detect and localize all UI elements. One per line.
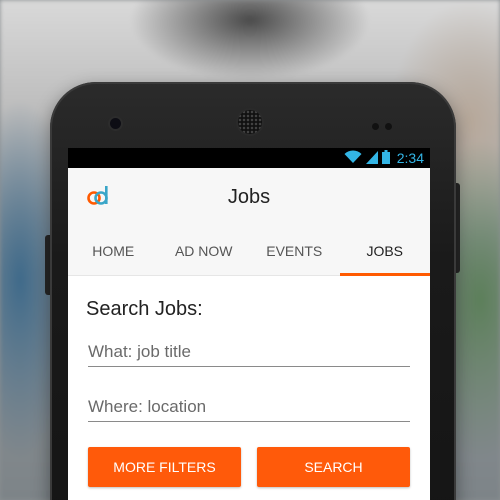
form-buttons: MORE FILTERS SEARCH xyxy=(88,447,410,487)
search-heading: Search Jobs: xyxy=(86,298,203,320)
location-input[interactable] xyxy=(88,392,410,421)
more-filters-button[interactable]: MORE FILTERS xyxy=(88,447,241,487)
page-title: Jobs xyxy=(227,185,271,208)
app-logo-icon[interactable] xyxy=(86,184,110,208)
front-camera xyxy=(110,118,121,129)
job-title-field xyxy=(88,337,410,367)
phone-screen: 2:34 Jobs HOME AD NOW EVENTS JOBS Search… xyxy=(68,148,430,500)
location-field xyxy=(88,392,410,422)
tab-home[interactable]: HOME xyxy=(68,226,159,275)
signal-icon xyxy=(365,150,378,167)
wifi-icon xyxy=(344,149,362,167)
battery-icon xyxy=(381,149,390,167)
tab-events[interactable]: EVENTS xyxy=(249,226,340,275)
tab-ad-now[interactable]: AD NOW xyxy=(159,226,250,275)
job-title-input[interactable] xyxy=(88,337,410,366)
proximity-sensors xyxy=(372,117,406,130)
status-bar: 2:34 xyxy=(68,148,430,168)
status-time: 2:34 xyxy=(396,150,424,166)
earpiece-speaker xyxy=(238,110,262,134)
search-form: Search Jobs: MORE FILTERS SEARCH xyxy=(68,276,430,487)
tab-jobs[interactable]: JOBS xyxy=(339,226,431,276)
tab-bar: HOME AD NOW EVENTS JOBS xyxy=(68,226,430,276)
app-bar: Jobs xyxy=(68,168,430,226)
search-button[interactable]: SEARCH xyxy=(257,447,410,487)
